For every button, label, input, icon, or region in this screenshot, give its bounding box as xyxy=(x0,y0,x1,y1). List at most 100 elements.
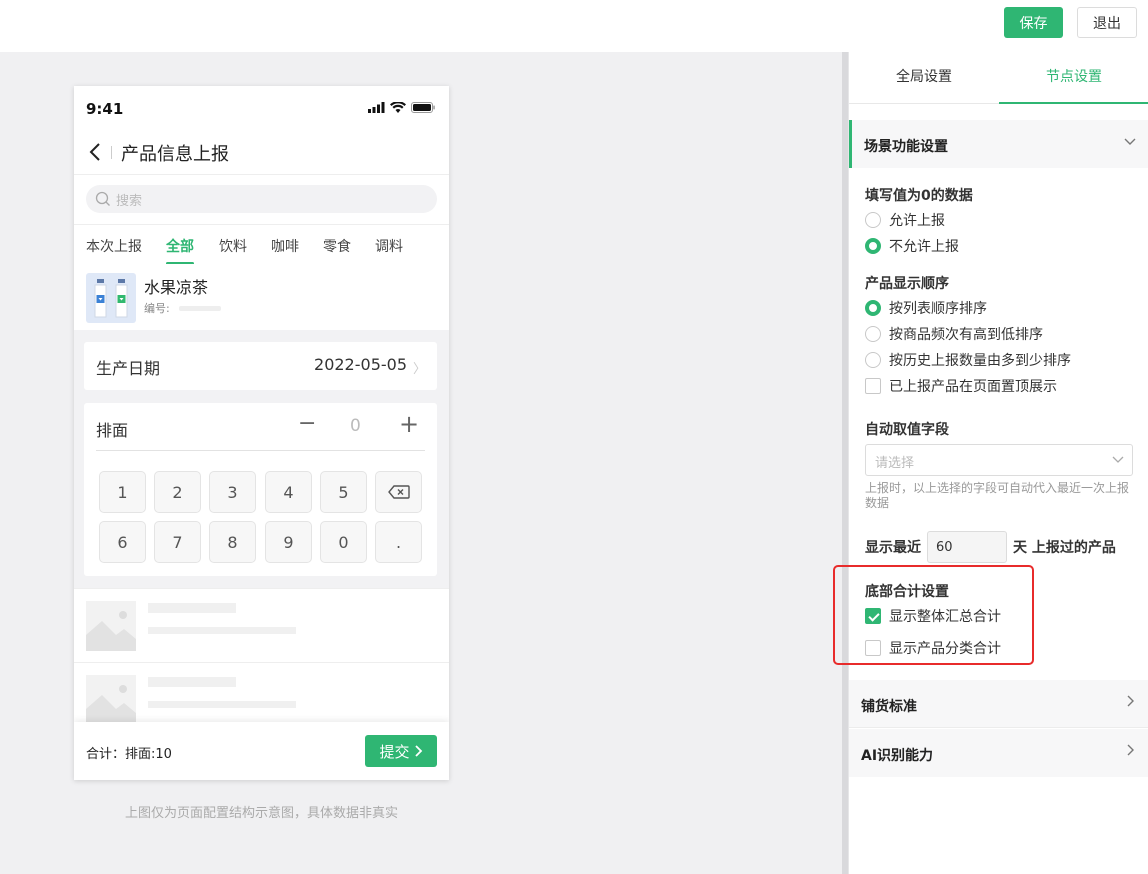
key-dot[interactable]: . xyxy=(375,521,422,563)
key-3[interactable]: 3 xyxy=(209,471,256,513)
quantity-label: 排面 xyxy=(96,421,129,440)
product-code-label: 编号: xyxy=(144,302,170,315)
chevron-right-icon xyxy=(414,745,422,757)
section-ai-recognition[interactable]: AI识别能力 xyxy=(849,729,1148,777)
image-placeholder-icon xyxy=(86,601,136,651)
production-date-label: 生产日期 xyxy=(96,359,161,378)
chevron-right-icon: 〉 xyxy=(412,362,426,377)
radio-button[interactable] xyxy=(865,326,881,342)
radio-allow-report[interactable]: 允许上报 xyxy=(865,210,945,230)
chevron-down-icon xyxy=(1112,453,1124,468)
tab-snacks[interactable]: 零食 xyxy=(323,236,351,256)
auto-field-select[interactable]: 请选择 xyxy=(865,444,1133,476)
search-icon xyxy=(95,191,110,206)
nav-separator xyxy=(111,146,112,159)
category-tabs: 本次上报 全部 饮料 咖啡 零食 调料 xyxy=(74,224,449,265)
tab-all[interactable]: 全部 xyxy=(166,236,194,256)
highlight-annotation-box xyxy=(833,565,1034,665)
section-scene-settings[interactable]: 场景功能设置 xyxy=(849,120,1148,168)
quantity-card: 排面 − 0 + 1 2 3 4 5 6 7 8 9 0 . xyxy=(84,403,437,576)
key-4[interactable]: 4 xyxy=(265,471,312,513)
footer-total: 合计：排面:10 xyxy=(86,747,172,762)
auto-field-title: 自动取值字段 xyxy=(865,422,949,438)
page-title: 产品信息上报 xyxy=(121,144,229,165)
key-9[interactable]: 9 xyxy=(265,521,312,563)
backspace-icon xyxy=(387,485,410,499)
wifi-icon xyxy=(390,102,406,113)
key-8[interactable]: 8 xyxy=(209,521,256,563)
save-button[interactable]: 保存 xyxy=(1004,7,1063,38)
production-date-row[interactable]: 生产日期 2022-05-05 〉 xyxy=(84,342,437,390)
back-arrow-icon[interactable] xyxy=(88,140,104,164)
key-7[interactable]: 7 xyxy=(154,521,201,563)
tab-global-settings[interactable]: 全局设置 xyxy=(896,66,952,86)
placeholder-bar xyxy=(148,701,296,708)
tab-drinks[interactable]: 饮料 xyxy=(219,236,247,256)
placeholder-bar xyxy=(148,677,236,687)
battery-icon xyxy=(411,102,435,113)
radio-label: 按历史上报数量由多到少排序 xyxy=(889,353,1071,369)
chevron-down-icon xyxy=(1124,135,1136,151)
settings-panel: 全局设置 节点设置 场景功能设置 填写值为0的数据 允许上报 不允许上报 产品显… xyxy=(849,52,1148,874)
quantity-plus-button[interactable]: + xyxy=(399,410,419,438)
production-date-value: 2022-05-05 xyxy=(314,355,407,374)
radio-list-order[interactable]: 按列表顺序排序 xyxy=(865,298,987,318)
product-image xyxy=(86,273,136,323)
submit-button[interactable]: 提交 xyxy=(365,735,437,767)
checkbox[interactable] xyxy=(865,378,881,394)
tab-current-report[interactable]: 本次上报 xyxy=(86,236,142,256)
tab-node-settings[interactable]: 节点设置 xyxy=(1046,66,1102,86)
select-placeholder: 请选择 xyxy=(875,456,915,471)
key-backspace[interactable] xyxy=(375,471,422,513)
search-bar: 搜索 xyxy=(74,174,449,224)
preview-caption: 上图仅为页面配置结构示意图，具体数据非真实 xyxy=(124,806,398,821)
product-item[interactable]: 水果凉茶 编号: xyxy=(74,264,449,330)
checkbox-label: 已上报产品在页面置顶展示 xyxy=(889,379,1057,395)
recent-days-row: 显示最近 60 天 上报过的产品 xyxy=(865,531,1116,563)
product-form-area: 生产日期 2022-05-05 〉 排面 − 0 + 1 2 3 4 5 6 7… xyxy=(74,330,449,588)
section-title: 铺货标准 xyxy=(861,699,917,715)
tab-coffee[interactable]: 咖啡 xyxy=(271,236,299,256)
placeholder-bar xyxy=(148,627,296,634)
exit-button[interactable]: 退出 xyxy=(1077,7,1137,38)
chevron-right-icon xyxy=(1124,744,1136,760)
radio-button[interactable] xyxy=(865,300,881,316)
signal-icon xyxy=(368,102,385,113)
image-placeholder-icon xyxy=(86,675,136,725)
status-time: 9:41 xyxy=(86,100,124,118)
zero-value-title: 填写值为0的数据 xyxy=(865,188,973,204)
product-code-placeholder xyxy=(179,306,221,311)
submit-label: 提交 xyxy=(379,742,410,761)
section-distribution-standard[interactable]: 铺货标准 xyxy=(849,680,1148,728)
auto-field-hint: 上报时，以上选择的字段可自动代入最近一次上报数据 xyxy=(865,481,1130,510)
checkbox-pin-reported[interactable]: 已上报产品在页面置顶展示 xyxy=(865,376,1057,396)
radio-label: 不允许上报 xyxy=(889,239,959,255)
key-6[interactable]: 6 xyxy=(99,521,146,563)
tab-seasoning[interactable]: 调料 xyxy=(375,236,403,256)
placeholder-product-list xyxy=(74,588,449,725)
phone-footer: 合计：排面:10 提交 xyxy=(74,722,449,780)
key-5[interactable]: 5 xyxy=(320,471,367,513)
status-icons xyxy=(368,102,435,113)
placeholder-bar xyxy=(148,603,236,613)
recent-days-input[interactable]: 60 xyxy=(927,531,1007,563)
radio-label: 按列表顺序排序 xyxy=(889,301,987,317)
radio-button[interactable] xyxy=(865,352,881,368)
active-tab-indicator xyxy=(999,102,1148,104)
search-input[interactable]: 搜索 xyxy=(86,185,437,213)
radio-disallow-report[interactable]: 不允许上报 xyxy=(865,236,959,256)
key-2[interactable]: 2 xyxy=(154,471,201,513)
radio-button[interactable] xyxy=(865,238,881,254)
radio-frequency-order[interactable]: 按商品频次有高到低排序 xyxy=(865,324,1043,344)
section-title: AI识别能力 xyxy=(861,748,934,764)
key-1[interactable]: 1 xyxy=(99,471,146,513)
phone-preview: 9:41 产品信息上报 搜索 本次上报 全部 饮料 咖啡 零食 调料 水果凉茶 … xyxy=(74,86,449,780)
panel-divider xyxy=(842,52,849,874)
radio-button[interactable] xyxy=(865,212,881,228)
quantity-minus-button[interactable]: − xyxy=(298,411,316,436)
key-0[interactable]: 0 xyxy=(320,521,367,563)
radio-history-order[interactable]: 按历史上报数量由多到少排序 xyxy=(865,350,1071,370)
recent-days-suffix: 天 上报过的产品 xyxy=(1013,540,1116,556)
quantity-value[interactable]: 0 xyxy=(350,416,361,436)
search-placeholder: 搜索 xyxy=(116,194,143,209)
